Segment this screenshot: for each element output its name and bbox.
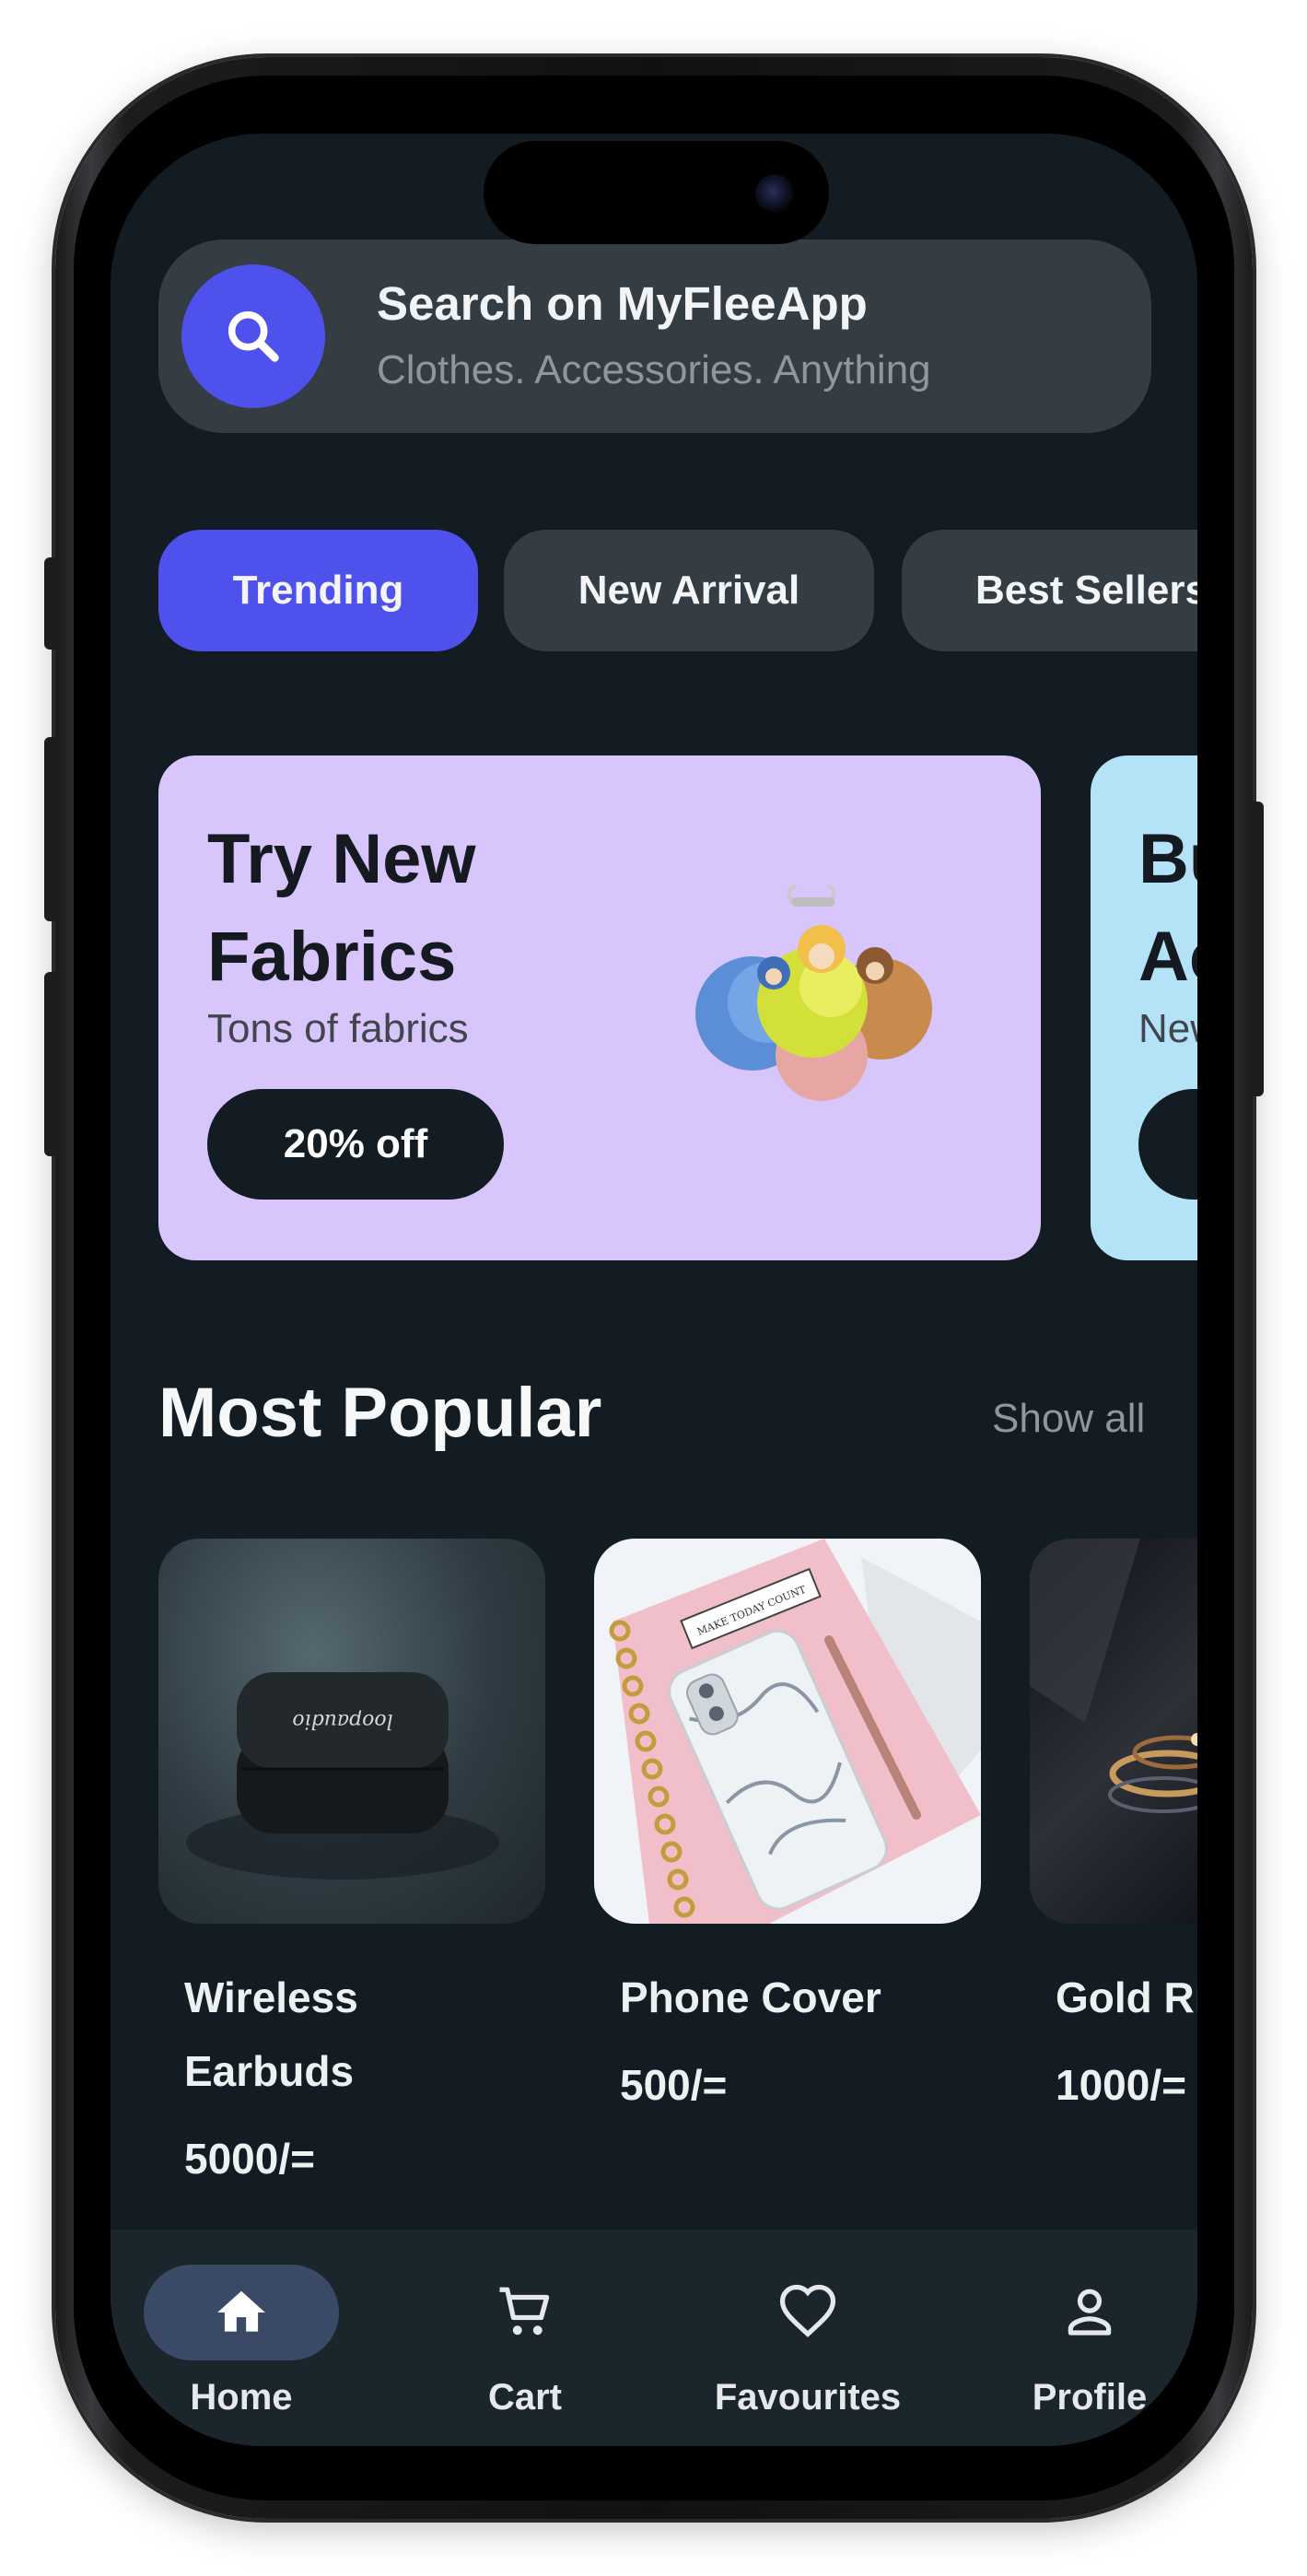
home-icon xyxy=(217,2290,265,2332)
gold-ring-illustration xyxy=(1030,1539,1197,1813)
chip-trending[interactable]: Trending xyxy=(158,530,478,651)
volume-up-button xyxy=(44,737,59,921)
earbuds-case-illustration: loopaudio xyxy=(186,1672,499,1879)
nav-label-home: Home xyxy=(190,2377,293,2418)
product-price: 1000/= xyxy=(1056,2061,1186,2109)
promo2-button[interactable] xyxy=(1138,1089,1197,1200)
section-title: Most Popular xyxy=(158,1374,602,1452)
promo2-title: Bu Ac xyxy=(1138,811,1197,1006)
product-card[interactable]: loopaudio Wireless Earbuds 5000/= xyxy=(158,1539,545,2184)
dynamic-island xyxy=(484,141,829,244)
product-name: Gold Ri xyxy=(1056,1961,1197,2034)
camera-lens xyxy=(755,174,794,213)
promo-subtitle: Tons of fabrics xyxy=(207,1006,469,1051)
phone-cover-illustration: MAKE TODAY COUNT xyxy=(609,1539,981,1924)
nav-icon-wrap xyxy=(427,2265,623,2360)
product-image-gold-ring xyxy=(1030,1539,1197,1924)
nav-label-cart: Cart xyxy=(487,2377,563,2418)
search-text: Search on MyFleeApp Clothes. Accessories… xyxy=(377,276,931,393)
nav-item-cart[interactable]: Cart xyxy=(403,2265,643,2421)
nav-label-favourites: Favourites xyxy=(714,2377,902,2418)
nav-item-favourites[interactable]: Favourites xyxy=(686,2265,926,2421)
svg-text:loopaudio: loopaudio xyxy=(292,1709,392,1732)
search-icon xyxy=(228,310,279,362)
product-name-line1: Gold Ri xyxy=(1056,1973,1197,2021)
power-button xyxy=(1249,802,1264,1096)
promo2-title-line1: Bu xyxy=(1138,820,1197,898)
promo-card-secondary[interactable]: Bu Ac New xyxy=(1091,755,1197,1260)
app-screen: Search on MyFleeApp Clothes. Accessories… xyxy=(111,134,1197,2446)
show-all-link[interactable]: Show all xyxy=(992,1396,1145,1442)
product-card[interactable]: Gold Ri 1000/= xyxy=(1030,1539,1197,2110)
search-bar[interactable]: Search on MyFleeApp Clothes. Accessories… xyxy=(158,240,1151,433)
product-card[interactable]: MAKE TODAY COUNT Phone Cover 500/= xyxy=(594,1539,981,2110)
nav-item-home[interactable]: Home xyxy=(120,2265,359,2421)
promo-title: Try New Fabrics xyxy=(207,811,475,1006)
nav-active-indicator xyxy=(144,2265,339,2360)
bottom-navigation: Home Cart Favourites Profile xyxy=(111,2230,1197,2446)
chip-best-sellers[interactable]: Best Sellers xyxy=(902,530,1197,651)
promo-title-line1: Try New xyxy=(207,820,476,898)
promo-discount-button[interactable]: 20% off xyxy=(207,1089,504,1200)
product-price: 5000/= xyxy=(184,2135,315,2183)
product-name-line1: Phone Cover xyxy=(620,1973,881,2021)
product-name-line2: Earbuds xyxy=(184,2047,355,2095)
product-image-phone-cover: MAKE TODAY COUNT xyxy=(594,1539,981,1924)
person-icon xyxy=(1068,2289,1112,2336)
action-button xyxy=(44,557,59,650)
chip-new-arrival[interactable]: New Arrival xyxy=(504,530,874,651)
promo-title-line2: Fabrics xyxy=(207,918,457,996)
product-name: Wireless Earbuds xyxy=(184,1961,516,2108)
promo2-subtitle: New xyxy=(1138,1006,1197,1051)
search-title: Search on MyFleeApp xyxy=(377,277,868,330)
nav-item-profile[interactable]: Profile xyxy=(968,2265,1197,2421)
promo-card[interactable]: Try New Fabrics Tons of fabrics 20% off xyxy=(158,755,1041,1260)
nav-icon-wrap xyxy=(710,2265,905,2360)
product-image-earbuds: loopaudio xyxy=(158,1539,545,1924)
promo2-title-line2: Ac xyxy=(1138,918,1197,996)
nav-icon-wrap xyxy=(992,2265,1187,2360)
product-price: 500/= xyxy=(620,2061,728,2109)
heart-icon xyxy=(779,2284,836,2337)
product-name-line1: Wireless xyxy=(184,1973,358,2021)
search-placeholder: Clothes. Accessories. Anything xyxy=(377,347,931,392)
product-name: Phone Cover xyxy=(620,1961,951,2034)
category-chips: Trending New Arrival Best Sellers xyxy=(158,530,1197,651)
volume-down-button xyxy=(44,972,59,1156)
nav-label-profile: Profile xyxy=(1032,2377,1148,2418)
cart-icon xyxy=(499,2287,550,2336)
search-button[interactable] xyxy=(181,264,325,408)
fabric-keychain-image xyxy=(695,884,932,1101)
